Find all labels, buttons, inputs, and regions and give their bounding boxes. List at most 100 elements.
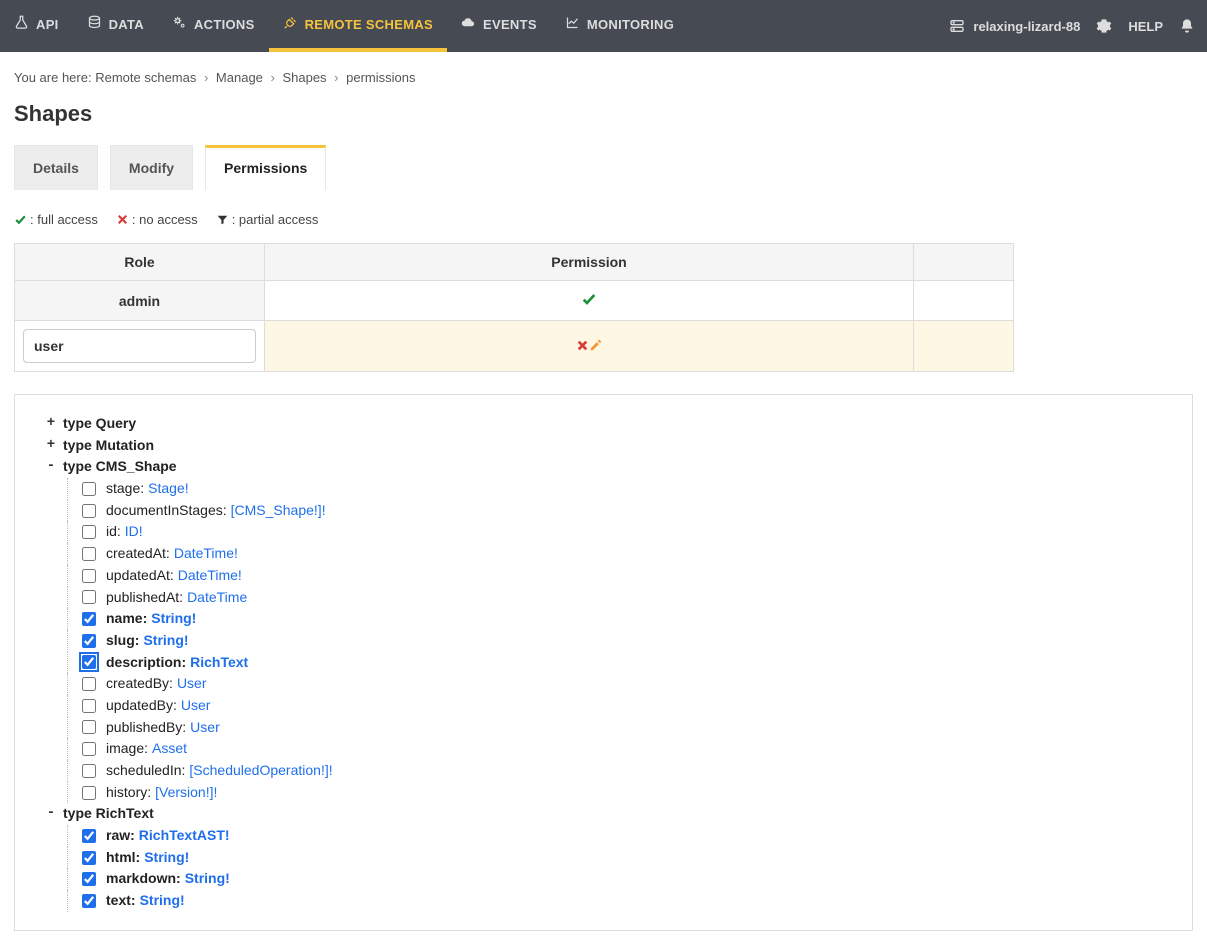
field-row[interactable]: html:String! — [67, 847, 1162, 869]
field-checkbox[interactable] — [82, 634, 96, 648]
nav-item-remote-schemas[interactable]: REMOTE SCHEMAS — [269, 0, 447, 52]
database-icon — [87, 15, 102, 33]
cloud-icon — [461, 15, 476, 33]
minus-icon[interactable]: - — [45, 803, 57, 825]
nav-item-events[interactable]: EVENTS — [447, 0, 551, 52]
minus-icon[interactable]: - — [45, 456, 57, 478]
field-name: text: — [106, 890, 136, 912]
field-name: slug: — [106, 630, 139, 652]
tab-bar: Details Modify Permissions — [0, 145, 1207, 190]
field-checkbox[interactable] — [82, 872, 96, 886]
new-role-input[interactable] — [23, 329, 256, 363]
field-row[interactable]: raw:RichTextAST! — [67, 825, 1162, 847]
field-type: User — [190, 717, 220, 739]
field-row[interactable]: name:String! — [67, 608, 1162, 630]
nav-item-data[interactable]: DATA — [73, 0, 158, 52]
field-checkbox[interactable] — [82, 677, 96, 691]
field-row[interactable]: id:ID! — [67, 521, 1162, 543]
field-checkbox[interactable] — [82, 525, 96, 539]
field-type: String! — [185, 868, 230, 890]
page-title: Shapes — [0, 91, 1207, 145]
type-header[interactable]: +type Query — [45, 413, 1162, 435]
bell-icon[interactable] — [1179, 18, 1195, 34]
nav-item-monitoring[interactable]: MONITORING — [551, 0, 688, 52]
nav-item-actions[interactable]: ACTIONS — [158, 0, 269, 52]
plus-icon[interactable]: + — [45, 413, 57, 435]
field-checkbox[interactable] — [82, 829, 96, 843]
nav-item-api[interactable]: API — [0, 0, 73, 52]
permission-cell — [265, 281, 914, 321]
permission-cell[interactable] — [265, 321, 914, 372]
breadcrumb-part[interactable]: Shapes — [282, 70, 326, 85]
field-checkbox[interactable] — [82, 764, 96, 778]
breadcrumb-part[interactable]: Remote schemas — [95, 70, 196, 85]
chart-icon — [565, 15, 580, 33]
project-switcher[interactable]: relaxing-lizard-88 — [949, 18, 1080, 34]
field-row[interactable]: publishedBy:User — [67, 717, 1162, 739]
field-row[interactable]: slug:String! — [67, 630, 1162, 652]
field-row[interactable]: createdBy:User — [67, 673, 1162, 695]
field-checkbox[interactable] — [82, 547, 96, 561]
field-row[interactable]: markdown:String! — [67, 868, 1162, 890]
field-checkbox[interactable] — [82, 720, 96, 734]
breadcrumb-part: permissions — [346, 70, 415, 85]
field-type: String! — [140, 890, 185, 912]
x-icon — [116, 213, 129, 226]
role-row-admin[interactable]: admin — [15, 281, 1014, 321]
field-type: User — [181, 695, 211, 717]
top-nav: APIDATAACTIONSREMOTE SCHEMASEVENTSMONITO… — [0, 0, 1207, 52]
field-type: RichText — [190, 652, 248, 674]
field-type: [ScheduledOperation!]! — [189, 760, 332, 782]
field-row[interactable]: updatedBy:User — [67, 695, 1162, 717]
field-name: scheduledIn: — [106, 760, 185, 782]
field-name: name: — [106, 608, 147, 630]
field-type: String! — [143, 630, 188, 652]
tab-details[interactable]: Details — [14, 145, 98, 190]
field-row[interactable]: scheduledIn:[ScheduledOperation!]! — [67, 760, 1162, 782]
field-checkbox[interactable] — [82, 655, 96, 669]
breadcrumb-part[interactable]: Manage — [216, 70, 263, 85]
field-name: description: — [106, 652, 186, 674]
type-header[interactable]: -type CMS_Shape — [45, 456, 1162, 478]
field-row[interactable]: stage:Stage! — [67, 478, 1162, 500]
field-checkbox[interactable] — [82, 851, 96, 865]
field-checkbox[interactable] — [82, 742, 96, 756]
tab-modify[interactable]: Modify — [110, 145, 193, 190]
field-checkbox[interactable] — [82, 569, 96, 583]
field-checkbox[interactable] — [82, 612, 96, 626]
field-checkbox[interactable] — [82, 590, 96, 604]
filter-icon — [216, 213, 229, 226]
field-name: raw: — [106, 825, 135, 847]
tab-permissions[interactable]: Permissions — [205, 145, 326, 190]
field-checkbox[interactable] — [82, 504, 96, 518]
role-row-new[interactable] — [15, 321, 1014, 372]
help-link[interactable]: HELP — [1128, 19, 1163, 34]
server-icon — [949, 18, 965, 34]
field-name: documentInStages: — [106, 500, 227, 522]
field-row[interactable]: updatedAt:DateTime! — [67, 565, 1162, 587]
field-checkbox[interactable] — [82, 699, 96, 713]
field-row[interactable]: createdAt:DateTime! — [67, 543, 1162, 565]
check-icon — [581, 291, 597, 307]
gear-icon[interactable] — [1096, 18, 1112, 34]
field-type: DateTime — [187, 587, 247, 609]
field-row[interactable]: documentInStages:[CMS_Shape!]! — [67, 500, 1162, 522]
flask-icon — [14, 15, 29, 33]
project-name: relaxing-lizard-88 — [973, 19, 1080, 34]
field-row[interactable]: publishedAt:DateTime — [67, 587, 1162, 609]
type-header[interactable]: -type RichText — [45, 803, 1162, 825]
type-header[interactable]: +type Mutation — [45, 435, 1162, 457]
field-row[interactable]: description:RichText — [67, 652, 1162, 674]
field-checkbox[interactable] — [82, 894, 96, 908]
field-type: DateTime! — [178, 565, 242, 587]
field-row[interactable]: image:Asset — [67, 738, 1162, 760]
field-type: String! — [144, 847, 189, 869]
field-row[interactable]: text:String! — [67, 890, 1162, 912]
field-row[interactable]: history:[Version!]! — [67, 782, 1162, 804]
col-header-actions — [914, 244, 1014, 281]
field-checkbox[interactable] — [82, 786, 96, 800]
field-type: [CMS_Shape!]! — [231, 500, 326, 522]
field-name: publishedAt: — [106, 587, 183, 609]
plus-icon[interactable]: + — [45, 435, 57, 457]
field-checkbox[interactable] — [82, 482, 96, 496]
